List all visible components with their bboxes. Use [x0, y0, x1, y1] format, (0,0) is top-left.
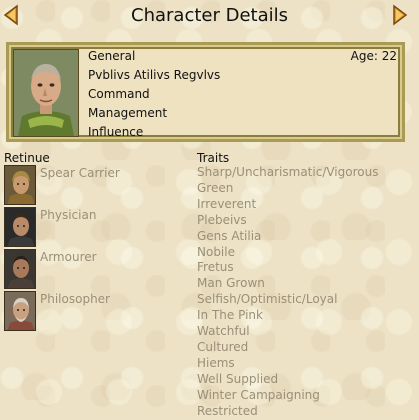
retinue-item-spear-carrier[interactable]: Spear Carrier [4, 165, 184, 205]
physician-portrait [4, 207, 36, 247]
trait-item[interactable]: Fretus [197, 260, 378, 276]
retinue-item-label: Physician [40, 208, 97, 222]
character-name: Pvblivs Atilivs Regvlvs [88, 68, 221, 82]
trait-item[interactable]: Watchful [197, 324, 378, 340]
trait-item[interactable]: Irreverent [197, 197, 378, 213]
character-summary-panel: General Pvblivs Atilivs Regvlvs Command … [6, 42, 405, 142]
trait-item[interactable]: Hiems [197, 356, 378, 372]
trait-item[interactable]: In The Pink [197, 308, 378, 324]
trait-item[interactable]: Plebeivs [197, 213, 378, 229]
retinue-heading: Retinue [4, 151, 50, 165]
character-age: Age: 22 [350, 49, 397, 63]
trait-item[interactable]: Gens Atilia [197, 229, 378, 245]
attribute-management[interactable]: Management [88, 104, 220, 123]
philosopher-portrait [4, 291, 36, 331]
trait-item[interactable]: Green [197, 181, 378, 197]
next-character-button[interactable] [389, 4, 411, 26]
character-portrait[interactable] [13, 49, 79, 137]
character-info: General Pvblivs Atilivs Regvlvs Command … [88, 47, 220, 142]
attribute-influence[interactable]: Influence [88, 123, 220, 142]
retinue-item-armourer[interactable]: Armourer [4, 249, 184, 289]
retinue-item-physician[interactable]: Physician [4, 207, 184, 247]
trait-item[interactable]: Selfish/Optimistic/Loyal [197, 292, 378, 308]
trait-item[interactable]: Well Supplied [197, 372, 378, 388]
retinue-item-label: Spear Carrier [40, 166, 120, 180]
trait-item[interactable]: Restricted [197, 404, 378, 420]
attribute-command[interactable]: Command [88, 85, 220, 104]
trait-item[interactable]: Nobile [197, 245, 378, 261]
trait-item[interactable]: Cultured [197, 340, 378, 356]
retinue-item-philosopher[interactable]: Philosopher [4, 291, 184, 331]
trait-item[interactable]: Sharp/Uncharismatic/Vigorous [197, 165, 378, 181]
traits-list: Sharp/Uncharismatic/Vigorous Green Irrev… [197, 165, 378, 420]
spear-carrier-portrait [4, 165, 36, 205]
retinue-item-label: Armourer [40, 250, 97, 264]
page-title: Character Details [131, 5, 288, 26]
trait-item[interactable]: Winter Campaigning [197, 388, 378, 404]
arrow-right-icon [393, 4, 408, 26]
trait-item[interactable]: Man Grown [197, 276, 378, 292]
traits-heading: Traits [197, 151, 230, 165]
character-rank: General [88, 49, 136, 63]
armourer-portrait [4, 249, 36, 289]
retinue-item-label: Philosopher [40, 292, 110, 306]
